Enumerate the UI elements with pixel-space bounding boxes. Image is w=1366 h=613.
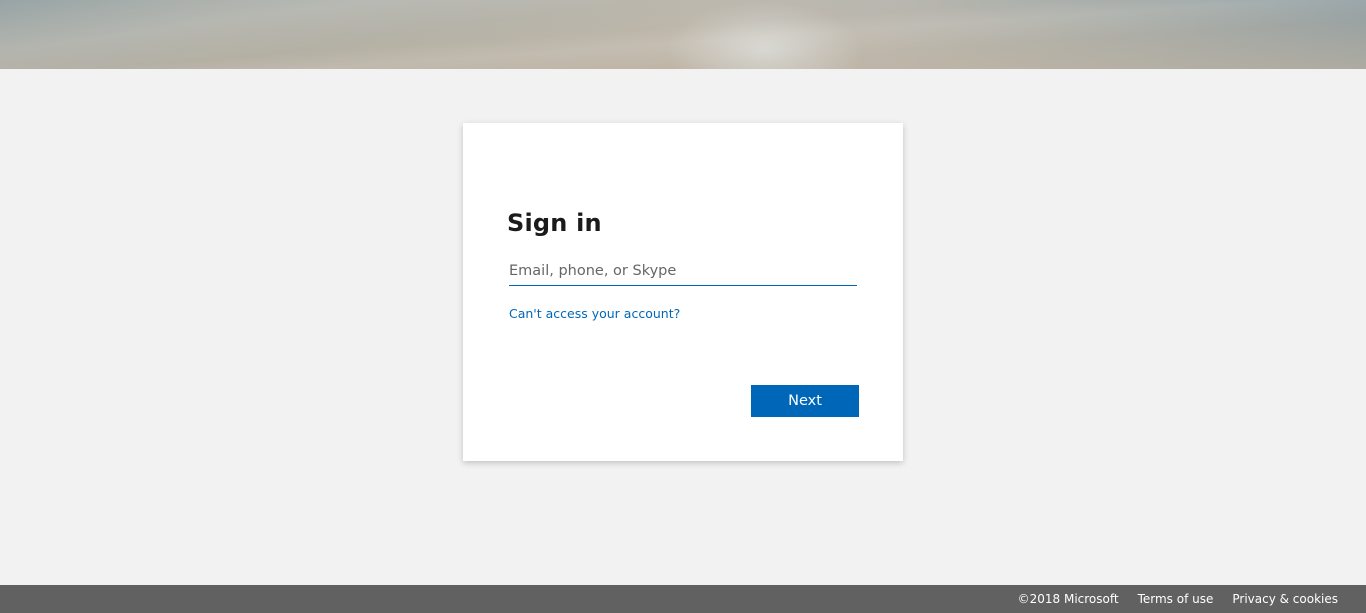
footer: ©2018 Microsoft Terms of use Privacy & c… — [0, 585, 1366, 613]
background-banner — [0, 0, 1366, 69]
cant-access-account-link[interactable]: Can't access your account? — [509, 306, 680, 321]
terms-of-use-link[interactable]: Terms of use — [1138, 592, 1214, 606]
email-input[interactable] — [509, 257, 857, 286]
footer-links: ©2018 Microsoft Terms of use Privacy & c… — [1018, 592, 1338, 606]
sign-in-card: Sign in Can't access your account? Next — [463, 123, 903, 461]
copyright-text: ©2018 Microsoft — [1017, 592, 1119, 606]
page-title: Sign in — [507, 209, 602, 237]
privacy-cookies-link[interactable]: Privacy & cookies — [1232, 592, 1338, 606]
banner-overlay — [0, 0, 1366, 69]
next-button[interactable]: Next — [751, 385, 859, 417]
